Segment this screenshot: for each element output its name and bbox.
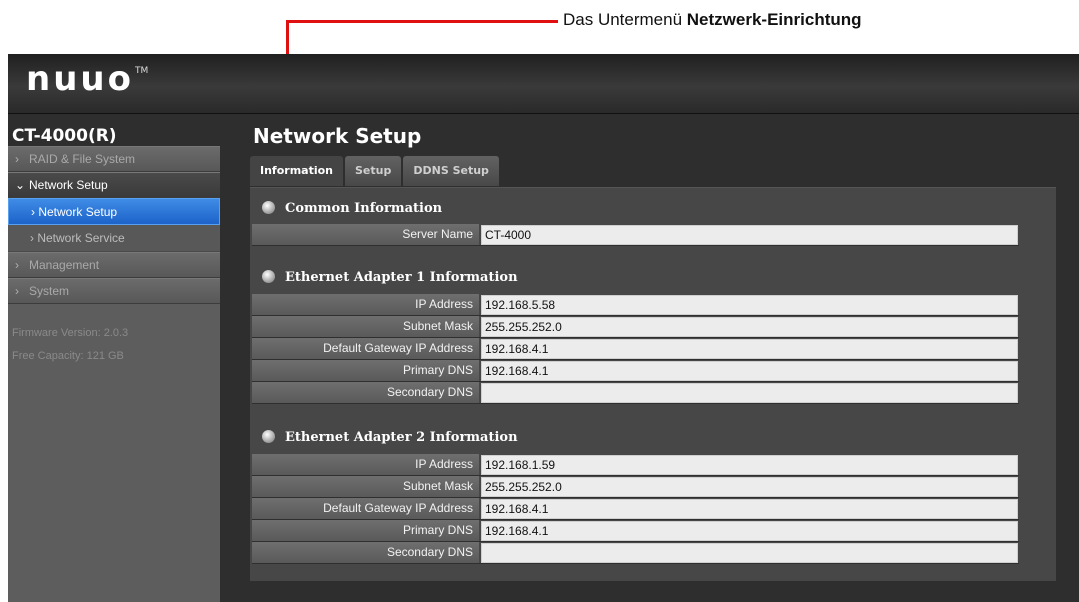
chevron-right-icon: › [31,205,35,219]
field-label: Default Gateway IP Address [252,338,479,359]
table-row: IP Address 192.168.1.59 [252,454,1019,476]
free-capacity: Free Capacity: 121 GB [12,350,124,362]
bullet-icon [262,430,275,443]
tab-setup[interactable]: Setup [345,156,402,186]
table-row: Default Gateway IP Address 192.168.4.1 [252,338,1019,360]
annotation-prefix: Das Untermenü [563,10,687,29]
field-label: Default Gateway IP Address [252,498,479,519]
sidebar: CT-4000(R) › RAID & File System ⌄ Network … [8,115,220,602]
field-label: Subnet Mask [252,476,479,497]
tab-bar: Information Setup DDNS Setup [250,156,501,186]
sidebar-item-management[interactable]: › Management [8,252,220,278]
field-value [481,543,1018,563]
table-row: Subnet Mask 255.255.252.0 [252,316,1019,338]
logo-trademark: TM [135,66,149,76]
tab-information[interactable]: Information [250,156,343,186]
ethernet-1-table: IP Address 192.168.5.58 Subnet Mask 255.… [252,294,1019,404]
section-title: Common Information [285,201,443,216]
sidebar-item-raid[interactable]: › RAID & File System [8,146,220,172]
table-row: Primary DNS 192.168.4.1 [252,360,1019,382]
field-value: CT-4000 [481,225,1018,245]
annotation-bold: Netzwerk-Einrichtung [686,10,862,29]
tab-ddns-setup[interactable]: DDNS Setup [403,156,499,186]
field-value: 192.168.4.1 [481,521,1018,541]
table-row: Server Name CT-4000 [252,224,1019,246]
section-heading: Ethernet Adapter 2 Information [262,430,518,445]
field-label: Server Name [252,224,479,245]
sidebar-item-label: Management [29,258,100,272]
field-label: IP Address [252,454,479,475]
sidebar-item-label: Network Setup [29,178,108,192]
chevron-right-icon: › [15,284,19,298]
subitem-label: Network Setup [38,205,118,219]
field-value [481,383,1018,403]
page-title: Network Setup [253,124,422,148]
information-panel: Common Information Server Name CT-4000 E… [250,187,1056,581]
section-title: Ethernet Adapter 1 Information [285,270,518,285]
field-label: Secondary DNS [252,542,479,563]
field-label: Subnet Mask [252,316,479,337]
chevron-right-icon: › [30,231,34,245]
field-value: 192.168.4.1 [481,499,1018,519]
field-label: Primary DNS [252,360,479,381]
app-window: nuuo TM CT-4000(R) › RAID & File System ⌄… [8,54,1079,602]
annotation-line-horizontal [286,20,558,23]
section-title: Ethernet Adapter 2 Information [285,430,518,445]
field-value: 192.168.4.1 [481,361,1018,381]
sidebar-item-label: System [29,284,70,298]
field-value: 192.168.1.59 [481,455,1018,475]
field-value: 255.255.252.0 [481,317,1018,337]
table-row: Primary DNS 192.168.4.1 [252,520,1019,542]
field-value: 192.168.4.1 [481,339,1018,359]
firmware-version: Firmware Version: 2.0.3 [12,327,129,339]
section-heading: Ethernet Adapter 1 Information [262,270,518,285]
chevron-right-icon: › [15,258,19,272]
table-row: Secondary DNS [252,542,1019,564]
sidebar-item-label: RAID & File System [29,152,136,166]
field-value: 192.168.5.58 [481,295,1018,315]
chevron-down-icon: ⌄ [15,178,26,192]
sidebar-item-network-setup[interactable]: ⌄ Network Setup [8,172,220,198]
section-heading: Common Information [262,201,442,216]
bullet-icon [262,270,275,283]
table-row: IP Address 192.168.5.58 [252,294,1019,316]
main-content: Network Setup Information Setup DDNS Set… [220,115,1079,602]
table-row: Subnet Mask 255.255.252.0 [252,476,1019,498]
top-bar: nuuo TM [8,54,1079,114]
subitem-label: Network Service [37,231,125,245]
device-name: CT-4000(R) [8,115,220,146]
field-label: IP Address [252,294,479,315]
field-value: 255.255.252.0 [481,477,1018,497]
subitem-network-service[interactable]: › Network Service [8,225,220,252]
subitem-network-setup[interactable]: › Network Setup [8,198,220,225]
chevron-right-icon: › [15,152,19,166]
sidebar-item-system[interactable]: › System [8,278,220,304]
annotation-callout-text: Das Untermenü Netzwerk-Einrichtung [563,10,862,30]
field-label: Primary DNS [252,520,479,541]
system-info: Firmware Version: 2.0.3 Free Capacity: 1… [8,322,220,368]
common-info-table: Server Name CT-4000 [252,224,1019,246]
ethernet-2-table: IP Address 192.168.1.59 Subnet Mask 255.… [252,454,1019,564]
table-row: Secondary DNS [252,382,1019,404]
field-label: Secondary DNS [252,382,479,403]
nuuo-logo: nuuo [26,59,134,99]
table-row: Default Gateway IP Address 192.168.4.1 [252,498,1019,520]
bullet-icon [262,201,275,214]
